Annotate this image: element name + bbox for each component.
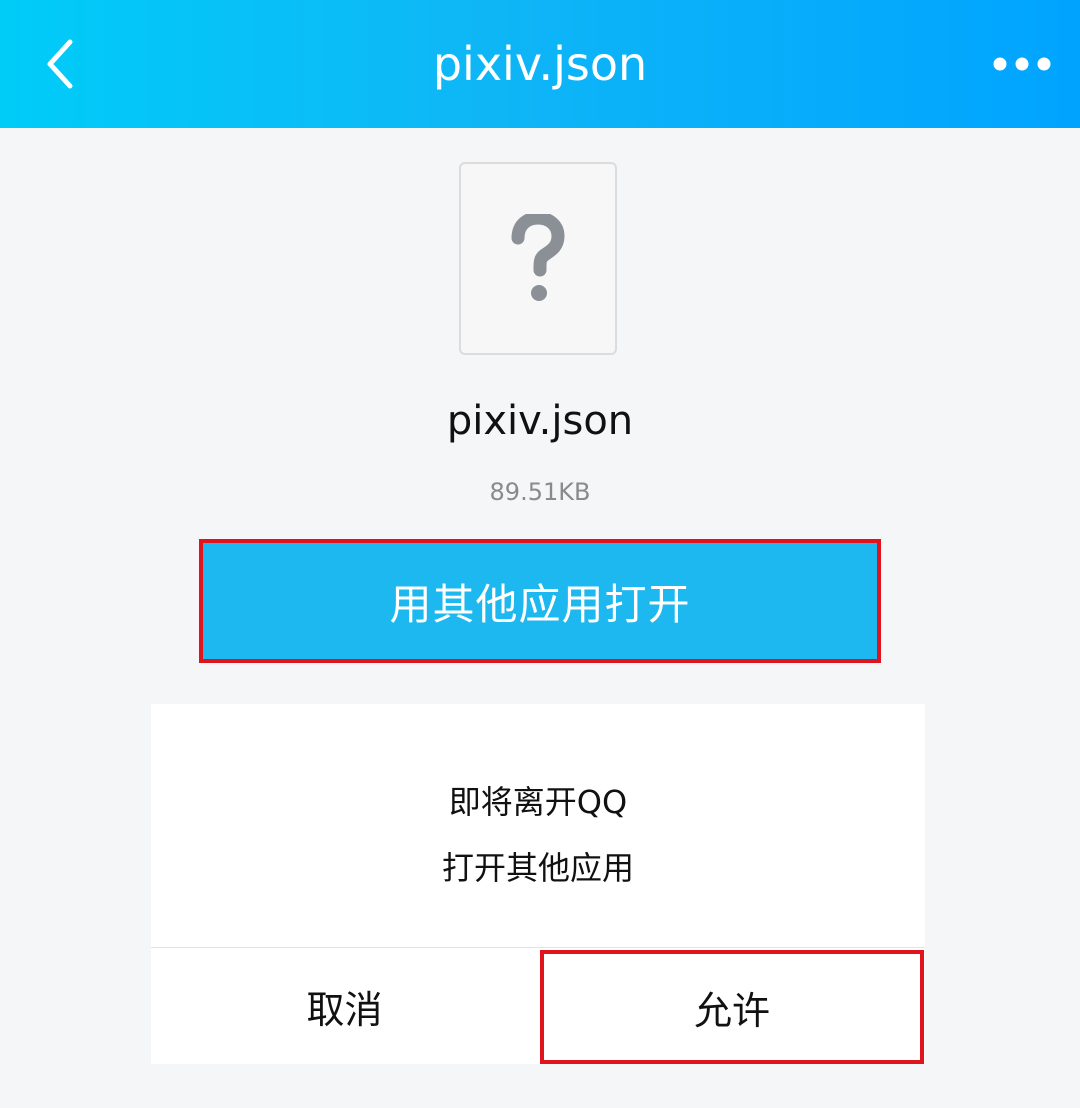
dialog-message: 即将离开QQ 打开其他应用 — [151, 776, 925, 908]
allow-button-label: 允许 — [693, 988, 770, 1033]
unknown-file-question-icon — [511, 213, 565, 301]
more-button[interactable] — [980, 36, 1064, 92]
more-dots-icon — [993, 57, 1051, 71]
leave-qq-dialog: 即将离开QQ 打开其他应用 取消 允许 — [151, 704, 925, 1064]
title-bar: pixiv.json — [0, 0, 1080, 128]
file-type-icon — [459, 162, 617, 355]
allow-button[interactable]: 允许 — [540, 950, 924, 1064]
open-with-other-app-label: 用其他应用打开 — [389, 579, 691, 629]
chevron-left-icon — [47, 39, 73, 89]
file-size: 89.51KB — [489, 478, 591, 506]
back-button[interactable] — [28, 28, 92, 100]
dialog-message-line-2: 打开其他应用 — [441, 849, 634, 887]
file-name: pixiv.json — [446, 398, 634, 444]
open-with-other-app-button[interactable]: 用其他应用打开 — [199, 539, 881, 663]
cancel-button[interactable]: 取消 — [151, 948, 538, 1064]
cancel-button-label: 取消 — [306, 987, 383, 1032]
page-title: pixiv.json — [432, 37, 648, 91]
dialog-message-line-1: 即将离开QQ — [448, 783, 628, 821]
